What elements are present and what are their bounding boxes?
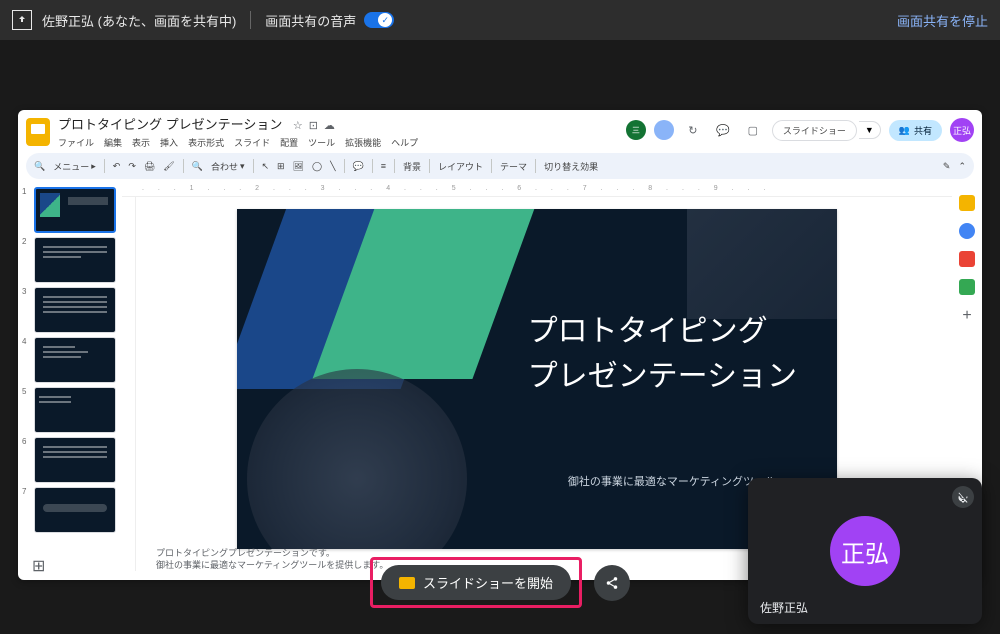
menu-tools[interactable]: ツール bbox=[308, 136, 335, 149]
shape-icon[interactable]: ◯ bbox=[312, 161, 322, 172]
menu-edit[interactable]: 編集 bbox=[104, 136, 122, 149]
share-screen-icon bbox=[12, 10, 32, 30]
menu-format[interactable]: 表示形式 bbox=[188, 136, 224, 149]
document-title[interactable]: プロトタイピング プレゼンテーション bbox=[58, 114, 282, 133]
print-icon[interactable]: 🖨 bbox=[144, 161, 155, 172]
ruler-vertical bbox=[122, 197, 136, 571]
meet-icon[interactable]: ▢ bbox=[742, 119, 764, 141]
search-icon[interactable]: 🔍 bbox=[34, 161, 45, 172]
audio-share-label: 画面共有の音声 bbox=[265, 11, 356, 30]
divider bbox=[250, 11, 251, 29]
lock-icon: 👥 bbox=[899, 125, 910, 136]
slideshow-dropdown[interactable]: ▼ bbox=[859, 121, 881, 139]
circuit-decoration bbox=[247, 369, 467, 549]
menu-file[interactable]: ファイル bbox=[58, 136, 94, 149]
participant-video-tile[interactable]: 正弘 佐野正弘 bbox=[748, 478, 982, 624]
slide-thumbnail-7[interactable] bbox=[34, 487, 116, 533]
paint-icon[interactable]: 🖌 bbox=[163, 161, 174, 172]
mute-icon[interactable] bbox=[952, 486, 974, 508]
toolbar: 🔍 メニュー ▸ ↶ ↷ 🖨 🖌 🔍 合わせ ▾ ↖ ⊞ 🖼 ◯ ╲ 💬 ≡ 背… bbox=[26, 153, 974, 179]
thumb-number: 1 bbox=[22, 187, 30, 233]
contacts-icon[interactable] bbox=[959, 251, 975, 267]
align-icon[interactable]: ≡ bbox=[381, 161, 386, 171]
menu-extensions[interactable]: 拡張機能 bbox=[345, 136, 381, 149]
line-icon[interactable]: ╲ bbox=[330, 161, 335, 172]
slide-thumbnail-4[interactable] bbox=[34, 337, 116, 383]
toggle-check-icon: ✓ bbox=[378, 13, 392, 27]
slides-logo-icon[interactable] bbox=[26, 118, 50, 146]
undo-icon[interactable]: ↶ bbox=[113, 161, 121, 172]
slide-thumbnail-2[interactable] bbox=[34, 237, 116, 283]
decoration bbox=[687, 209, 837, 319]
comment-add-icon[interactable]: 💬 bbox=[353, 161, 364, 172]
thumb-number: 4 bbox=[22, 337, 30, 383]
grid-view-icon[interactable]: ⊞ bbox=[32, 556, 46, 570]
move-icon[interactable]: ⊡ bbox=[309, 119, 318, 132]
add-addon-icon[interactable]: + bbox=[962, 307, 971, 325]
transition-button[interactable]: 切り替え効果 bbox=[544, 160, 598, 173]
collaborator-avatar-2[interactable] bbox=[654, 120, 674, 140]
speaker-notes[interactable]: プロトタイピングプレゼンテーションです。 御社の事業に最適なマーケティングツール… bbox=[156, 547, 388, 572]
redo-icon[interactable]: ↷ bbox=[128, 161, 136, 172]
share-user-status: 佐野正弘 (あなた、画面を共有中) bbox=[42, 11, 236, 30]
slide-title: プロトタイピング プレゼンテーション bbox=[528, 309, 797, 399]
thumb-number: 2 bbox=[22, 237, 30, 283]
stop-sharing-button[interactable]: 画面共有を停止 bbox=[897, 11, 988, 30]
collaborator-avatar[interactable]: 三 bbox=[626, 120, 646, 140]
menu-insert[interactable]: 挿入 bbox=[160, 136, 178, 149]
pen-icon[interactable]: ✎ bbox=[943, 161, 951, 172]
menu-toggle[interactable]: メニュー ▸ bbox=[53, 160, 96, 173]
participant-name: 佐野正弘 bbox=[760, 599, 808, 616]
layout-button[interactable]: レイアウト bbox=[438, 160, 483, 173]
slide-thumbnail-1[interactable] bbox=[34, 187, 116, 233]
thumb-number: 5 bbox=[22, 387, 30, 433]
screen-share-bar: 佐野正弘 (あなた、画面を共有中) 画面共有の音声 ✓ 画面共有を停止 bbox=[0, 0, 1000, 40]
audio-toggle[interactable]: ✓ bbox=[364, 12, 394, 28]
tasks-icon[interactable] bbox=[959, 223, 975, 239]
cursor-icon[interactable]: ↖ bbox=[262, 161, 270, 172]
slideshow-button[interactable]: スライドショー bbox=[772, 120, 857, 141]
comment-icon[interactable]: 💬 bbox=[712, 119, 734, 141]
slide-thumbnail-6[interactable] bbox=[34, 437, 116, 483]
highlight-annotation: スライドショーを開始 bbox=[370, 557, 582, 608]
background-button[interactable]: 背景 bbox=[403, 160, 421, 173]
expand-icon[interactable]: ⌃ bbox=[958, 161, 966, 172]
menu-slide[interactable]: スライド bbox=[234, 136, 270, 149]
thumb-number: 3 bbox=[22, 287, 30, 333]
image-icon[interactable]: 🖼 bbox=[293, 161, 304, 172]
share-options-button[interactable] bbox=[594, 565, 630, 601]
zoom-icon[interactable]: 🔍 bbox=[192, 161, 203, 172]
keep-icon[interactable] bbox=[959, 195, 975, 211]
menu-view[interactable]: 表示 bbox=[132, 136, 150, 149]
start-slideshow-button[interactable]: スライドショーを開始 bbox=[381, 565, 571, 600]
zoom-fit[interactable]: 合わせ ▾ bbox=[211, 160, 245, 173]
thumb-number: 6 bbox=[22, 437, 30, 483]
menu-help[interactable]: ヘルプ bbox=[391, 136, 418, 149]
textbox-icon[interactable]: ⊞ bbox=[277, 161, 285, 172]
menu-arrange[interactable]: 配置 bbox=[280, 136, 298, 149]
star-icon[interactable]: ☆ bbox=[293, 119, 303, 132]
slide-canvas[interactable]: プロトタイピング プレゼンテーション 御社の事業に最適なマーケティングツール。 bbox=[237, 209, 837, 549]
menu-bar: ファイル 編集 表示 挿入 表示形式 スライド 配置 ツール 拡張機能 ヘルプ bbox=[58, 136, 626, 149]
app-header: プロトタイピング プレゼンテーション ☆ ⊡ ☁ ファイル 編集 表示 挿入 表… bbox=[18, 110, 982, 149]
slide-thumbnail-5[interactable] bbox=[34, 387, 116, 433]
slide-thumbnail-3[interactable] bbox=[34, 287, 116, 333]
maps-icon[interactable] bbox=[959, 279, 975, 295]
participant-avatar: 正弘 bbox=[830, 516, 900, 586]
history-icon[interactable]: ↻ bbox=[682, 119, 704, 141]
slides-icon bbox=[399, 577, 415, 589]
cloud-icon[interactable]: ☁ bbox=[324, 119, 335, 132]
bottom-action-bar: スライドショーを開始 bbox=[370, 557, 630, 608]
theme-button[interactable]: テーマ bbox=[500, 160, 527, 173]
profile-avatar[interactable]: 正弘 bbox=[950, 118, 974, 142]
ruler-horizontal bbox=[122, 183, 952, 197]
thumbnail-panel: 1 2 3 4 5 6 7 bbox=[18, 183, 122, 571]
thumb-number: 7 bbox=[22, 487, 30, 533]
share-button[interactable]: 👥 共有 bbox=[889, 120, 942, 141]
